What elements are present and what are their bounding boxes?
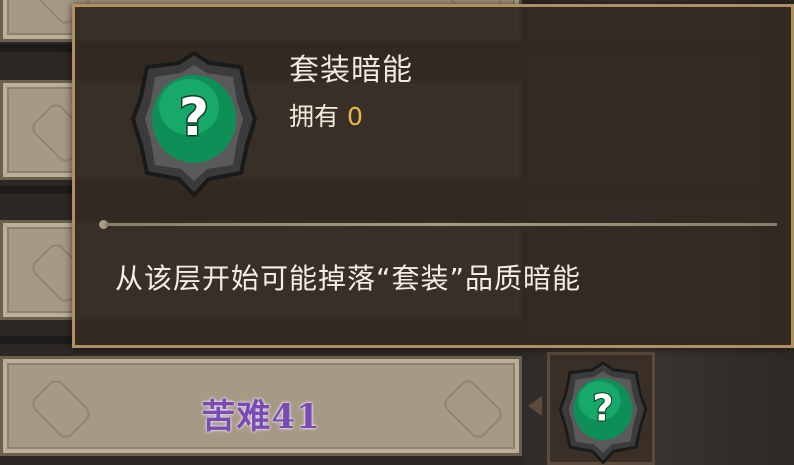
- owned-count: 0: [347, 102, 363, 131]
- question-gem-icon[interactable]: ?: [556, 360, 650, 464]
- stage-label: 苦难41: [201, 397, 321, 437]
- item-description: 从该层开始可能掉落“套装”品质暗能: [115, 262, 582, 295]
- item-tooltip: ? 套装暗能 拥有 0 从该层开始可能掉落“套装”品质暗能: [72, 4, 794, 348]
- question-gem-icon: ?: [130, 50, 258, 197]
- item-title: 套装暗能: [289, 53, 413, 88]
- svg-text:?: ?: [179, 88, 209, 148]
- slot-pointer: [528, 396, 542, 416]
- svg-text:?: ?: [592, 386, 613, 429]
- owned-label: 拥有: [289, 102, 340, 131]
- stage-plaque-41[interactable]: 苦难41: [0, 356, 522, 456]
- divider: [105, 223, 777, 226]
- owned-row: 拥有 0: [289, 97, 363, 133]
